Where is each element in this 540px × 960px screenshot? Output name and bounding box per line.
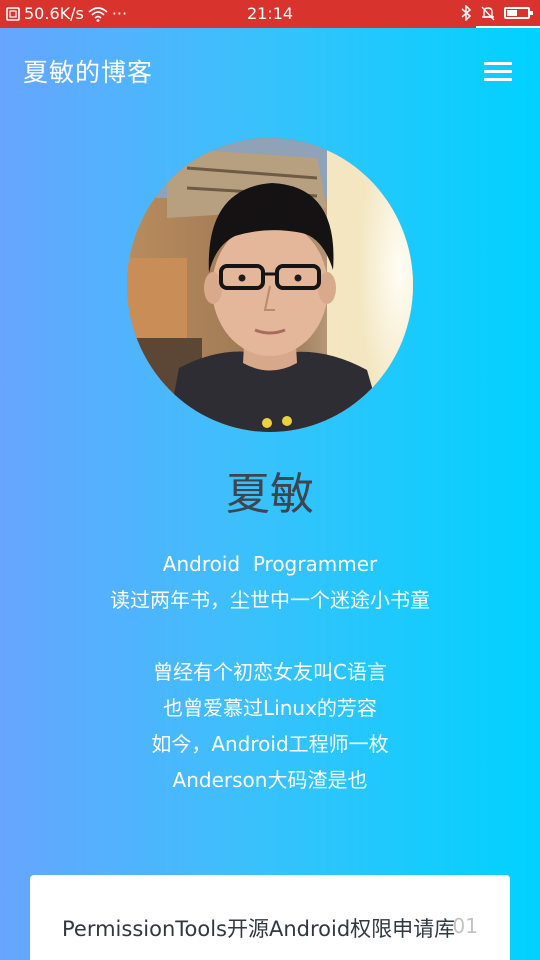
status-bar: 50.6K/s ··· 21:14 <box>0 0 540 28</box>
hamburger-icon-line <box>484 78 512 81</box>
avatar <box>127 138 413 432</box>
mute-bell-icon <box>481 6 495 21</box>
hamburger-icon-line <box>484 70 512 73</box>
bio-line: 如今，Android工程师一枚 <box>151 732 389 756</box>
bio-intro: Android Programmer 读过两年书，尘世中一个迷途小书童 <box>0 546 540 618</box>
post-number: 01 <box>452 914 478 938</box>
profile-name: 夏敏 <box>226 469 314 520</box>
menu-button[interactable] <box>484 62 512 82</box>
bio-line: 曾经有个初恋女友叫C语言 <box>153 660 387 684</box>
bio-line: 也曾爱慕过Linux的芳容 <box>163 696 377 720</box>
site-title[interactable]: 夏敏的博客 <box>23 53 153 89</box>
hamburger-icon-line <box>484 62 512 65</box>
bio-story: 曾经有个初恋女友叫C语言 也曾爱慕过Linux的芳容 如今，Android工程师… <box>0 654 540 798</box>
avatar-photo <box>127 138 413 432</box>
battery-icon <box>504 7 533 19</box>
clock: 21:14 <box>246 4 294 23</box>
bio-line: Anderson大码渣是也 <box>172 768 368 792</box>
bluetooth-icon <box>461 5 472 21</box>
blog-home-screen: 50.6K/s ··· 21:14 夏敏的博客 夏敏 Android Progr… <box>0 0 540 960</box>
bio-line: Android Programmer <box>162 552 378 576</box>
bio-line: 读过两年书，尘世中一个迷途小书童 <box>110 588 430 612</box>
post-card[interactable]: 01 PermissionTools开源Android权限申请库 <box>30 875 510 960</box>
post-title[interactable]: PermissionTools开源Android权限申请库 <box>62 913 455 943</box>
